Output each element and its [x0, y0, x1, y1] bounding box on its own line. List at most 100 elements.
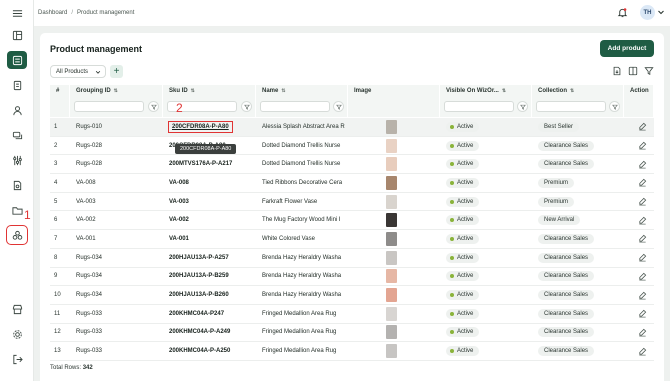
filter-icon[interactable] — [148, 101, 159, 112]
filter-icon[interactable] — [609, 101, 620, 112]
collections-icon[interactable] — [6, 225, 28, 245]
table-row[interactable]: 1 Rugs-010 200CFDR08A-P-A80 Alessia Spla… — [50, 118, 654, 137]
table-row[interactable]: 7 VA-001 VA-001 White Colored Vase Activ… — [50, 230, 654, 249]
orders-icon[interactable] — [7, 76, 27, 94]
edit-icon[interactable] — [638, 272, 647, 281]
sku-link[interactable]: 200HJAU13A-P-B260 — [169, 292, 229, 298]
product-thumbnail — [386, 306, 397, 321]
filter-icon[interactable] — [644, 66, 654, 76]
columns-icon[interactable] — [628, 66, 638, 76]
collection-cell: Clearance Sales — [532, 230, 624, 248]
gear-icon[interactable] — [7, 325, 27, 343]
collection-badge: Premium — [538, 196, 575, 207]
user-icon[interactable] — [7, 101, 27, 119]
column-header-visible[interactable]: Visible On WizOr... ⇅ — [440, 85, 532, 97]
column-header-name-label: Name — [262, 88, 279, 94]
document-search-icon[interactable] — [7, 176, 27, 194]
image-cell — [348, 118, 440, 136]
table-row[interactable]: 6 VA-002 VA-002 The Mug Factory Wood Min… — [50, 211, 654, 231]
sku-link[interactable]: VA-003 — [169, 199, 189, 205]
table-row[interactable]: 2 Rugs-028 200CFDR08A-P-A80 Dotted Diamo… — [50, 137, 654, 156]
sku-link[interactable]: VA-008 — [169, 180, 189, 186]
column-header-grouping[interactable]: Grouping ID ⇅ — [70, 85, 163, 97]
row-number: 12 — [54, 329, 61, 336]
breadcrumb-dashboard[interactable]: Dashboard — [38, 10, 67, 16]
products-icon[interactable] — [7, 51, 27, 69]
sku-link[interactable]: 200CFDR08A-P-A80 — [168, 120, 233, 133]
status-dot — [450, 218, 454, 223]
visible-filter-input[interactable] — [444, 101, 514, 112]
status-badge: Active — [446, 290, 480, 301]
name-filter-input[interactable] — [260, 101, 330, 112]
sku-link[interactable]: VA-002 — [169, 217, 189, 223]
table-row[interactable]: 9 Rugs-034 200HJAU13A-P-B259 Brenda Hazy… — [50, 268, 654, 287]
sku-link[interactable]: 200KHMC04A-P247 — [169, 311, 224, 317]
add-filter-button[interactable]: + — [110, 65, 123, 78]
edit-icon[interactable] — [638, 347, 647, 356]
column-header-grouping-label: Grouping ID — [76, 88, 111, 94]
visibility-cell: Active — [440, 118, 532, 136]
sku-link[interactable]: 200KHMC04A-P-A249 — [169, 329, 230, 335]
product-thumbnail — [386, 175, 397, 190]
status-badge: Active — [446, 346, 480, 357]
grouping-id-cell: Rugs-033 — [76, 310, 103, 317]
edit-icon[interactable] — [638, 122, 647, 131]
sku-link[interactable]: 200MTVS176A-P-A217 — [169, 161, 232, 167]
status-dot — [450, 236, 454, 241]
edit-icon[interactable] — [638, 291, 647, 300]
dashboard-icon[interactable] — [7, 26, 27, 44]
edit-icon[interactable] — [638, 253, 647, 262]
status-badge: Active — [446, 252, 480, 263]
sku-id-cell: VA-002 — [163, 211, 256, 229]
collection-select[interactable]: All Products — [50, 65, 106, 78]
settings-sliders-icon[interactable] — [7, 151, 27, 169]
edit-icon[interactable] — [638, 328, 647, 337]
chevron-down-icon[interactable] — [657, 8, 665, 16]
edit-icon[interactable] — [638, 160, 647, 169]
table-row[interactable]: 12 Rugs-033 200KHMC04A-P-A249 Fringed Me… — [50, 324, 654, 343]
store-icon[interactable] — [7, 300, 27, 318]
edit-icon[interactable] — [638, 197, 647, 206]
edit-icon[interactable] — [638, 141, 647, 150]
collection-cell: Clearance Sales — [532, 155, 624, 173]
table-row[interactable]: 11 Rugs-033 200KHMC04A-P247 Fringed Meda… — [50, 305, 654, 324]
table-row[interactable]: 4 VA-008 VA-008 Tied Ribbons Decorative … — [50, 174, 654, 193]
bell-icon[interactable] — [617, 7, 628, 18]
filter-icon[interactable] — [333, 101, 344, 112]
image-cell — [348, 193, 440, 211]
product-name-cell: Brenda Hazy Heraldry Washa — [262, 254, 342, 261]
edit-icon[interactable] — [638, 234, 647, 243]
table-row[interactable]: 10 Rugs-034 200HJAU13A-P-B260 Brenda Haz… — [50, 286, 654, 305]
row-number: 1 — [54, 123, 58, 130]
product-name-cell: Brenda Hazy Heraldry Washa — [262, 292, 342, 299]
table-row[interactable]: 13 Rugs-033 200KHMC04A-P-A250 Fringed Me… — [50, 342, 654, 361]
sku-link[interactable]: VA-001 — [169, 236, 189, 242]
status-label: Active — [457, 348, 474, 355]
status-label: Active — [457, 161, 474, 168]
status-label: Active — [457, 217, 474, 224]
table-row[interactable]: 3 Rugs-028 200MTVS176A-P-A217 Dotted Dia… — [50, 155, 654, 175]
edit-icon[interactable] — [638, 309, 647, 318]
add-product-button[interactable]: Add product — [600, 40, 654, 57]
sku-link[interactable]: 200KHMC04A-P-A250 — [169, 348, 230, 354]
collection-filter-input[interactable] — [536, 101, 606, 112]
table-row[interactable]: 8 Rugs-034 200HJAU13A-P-A257 Brenda Hazy… — [50, 249, 654, 268]
action-cell — [624, 230, 654, 248]
sku-link[interactable]: 200HJAU13A-P-A257 — [169, 255, 229, 261]
menu-icon[interactable] — [7, 4, 27, 22]
messages-icon[interactable] — [7, 126, 27, 144]
table-row[interactable]: 5 VA-003 VA-003 Farkraft Flower Vase Act… — [50, 193, 654, 212]
avatar[interactable]: TH — [640, 5, 655, 20]
filter-icon[interactable] — [517, 101, 528, 112]
column-header-name[interactable]: Name ⇅ — [256, 85, 348, 97]
edit-icon[interactable] — [638, 178, 647, 187]
sku-link[interactable]: 200HJAU13A-P-B259 — [169, 273, 229, 279]
column-header-sku[interactable]: Sku ID ⇅ — [163, 85, 256, 97]
export-icon[interactable] — [612, 66, 622, 76]
logout-icon[interactable] — [7, 350, 27, 368]
edit-icon[interactable] — [638, 216, 647, 225]
grouping-filter-input[interactable] — [74, 101, 144, 112]
filter-icon[interactable] — [241, 101, 252, 112]
product-thumbnail — [386, 288, 397, 303]
column-header-collection[interactable]: Collection ⇅ — [532, 85, 624, 97]
